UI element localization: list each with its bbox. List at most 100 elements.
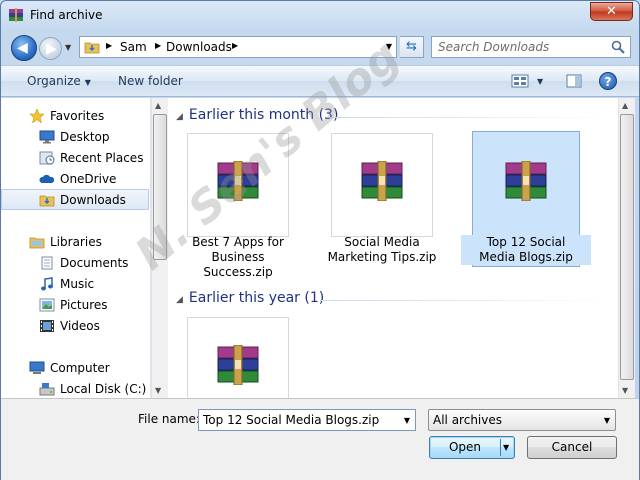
search-input[interactable] bbox=[432, 37, 604, 57]
nav-label: Libraries bbox=[50, 235, 102, 249]
organize-label: Organize bbox=[27, 74, 81, 88]
file-list-pane: ◢ Earlier this month (3) Best 7 Apps for … bbox=[168, 98, 618, 398]
winrar-archive-icon bbox=[217, 161, 259, 201]
forward-arrow-icon: ▶ bbox=[46, 41, 57, 57]
file-label-line: Marketing Tips.zip bbox=[327, 250, 437, 264]
nav-label: Recent Places bbox=[60, 151, 144, 165]
file-label: Best 7 Apps for Business Success.zip bbox=[173, 235, 303, 280]
onedrive-icon bbox=[39, 174, 55, 183]
split-divider bbox=[500, 439, 501, 456]
nav-item-documents[interactable]: Documents bbox=[1, 253, 149, 274]
winrar-archive-icon bbox=[505, 161, 547, 201]
close-button[interactable]: ✕ bbox=[590, 2, 633, 21]
scrollbar-thumb[interactable] bbox=[153, 114, 167, 260]
nav-item-pictures[interactable]: Pictures bbox=[1, 295, 149, 316]
chevron-down-icon: ▼ bbox=[84, 78, 91, 87]
breadcrumb-separator-icon: ▶ bbox=[155, 41, 162, 50]
navigation-pane-scrollbar[interactable]: ▲ ▼ bbox=[151, 98, 168, 398]
file-list-scrollbar[interactable]: ▲ ▼ bbox=[618, 98, 635, 398]
nav-item-recent-places[interactable]: Recent Places bbox=[1, 148, 149, 169]
breadcrumb-downloads[interactable]: Downloads bbox=[166, 40, 232, 54]
winrar-archive-icon bbox=[217, 345, 259, 385]
scroll-down-icon[interactable]: ▼ bbox=[622, 386, 628, 395]
nav-item-music[interactable]: Music bbox=[1, 274, 149, 295]
nav-item-downloads[interactable]: Downloads bbox=[1, 189, 149, 210]
winrar-app-icon bbox=[9, 8, 23, 22]
nav-item-libraries[interactable]: Libraries bbox=[1, 232, 149, 253]
search-icon[interactable] bbox=[611, 40, 625, 54]
forward-button[interactable]: ▶ bbox=[39, 37, 62, 60]
file-type-value: All archives bbox=[433, 413, 502, 427]
libraries-icon bbox=[29, 237, 45, 249]
scroll-up-icon[interactable]: ▲ bbox=[155, 101, 161, 110]
open-button[interactable]: Open ▼ bbox=[429, 436, 515, 459]
nav-label: Local Disk (C:) bbox=[60, 382, 147, 396]
new-folder-button[interactable]: New folder bbox=[118, 74, 183, 88]
chevron-down-icon: ▼ bbox=[603, 416, 610, 425]
file-label-line: Best 7 Apps for bbox=[192, 235, 284, 249]
refresh-button[interactable]: ⇆ bbox=[400, 36, 424, 58]
find-archive-dialog: Find archive ✕ ◀ ▶ ▼ ▶ Sam ▶ Downloads ▶… bbox=[0, 0, 640, 480]
recent-places-icon bbox=[39, 151, 55, 165]
view-options-dropdown-icon[interactable]: ▼ bbox=[537, 77, 543, 86]
command-bar: Organize ▼ New folder ▼ ? bbox=[1, 65, 639, 97]
file-label-line: Social Media bbox=[344, 235, 420, 249]
nav-item-desktop[interactable]: Desktop bbox=[1, 127, 149, 148]
file-label-line: Business bbox=[211, 250, 265, 264]
file-tile-earlier-this-year[interactable] bbox=[187, 317, 289, 398]
nav-item-videos[interactable]: Videos bbox=[1, 316, 149, 337]
downloads-folder-icon bbox=[84, 42, 100, 54]
navigation-bar: ◀ ▶ ▼ ▶ Sam ▶ Downloads ▶ ▼ ⇆ bbox=[1, 29, 639, 65]
nav-item-onedrive[interactable]: OneDrive bbox=[1, 169, 149, 190]
help-icon[interactable]: ? bbox=[599, 72, 617, 90]
nav-item-favorites[interactable]: Favorites bbox=[1, 106, 149, 127]
address-dropdown-icon[interactable]: ▼ bbox=[386, 42, 392, 51]
file-label-line: Success.zip bbox=[203, 265, 273, 279]
group-header-label: Earlier this year (1) bbox=[188, 290, 325, 306]
collapse-chevron-icon: ◢ bbox=[176, 295, 183, 305]
file-label-line: Media Blogs.zip bbox=[479, 250, 573, 264]
collapse-chevron-icon: ◢ bbox=[176, 112, 183, 122]
group-header-earlier-this-month[interactable]: ◢ Earlier this month (3) bbox=[176, 107, 338, 123]
chevron-down-icon[interactable]: ▼ bbox=[404, 416, 410, 425]
scroll-down-icon[interactable]: ▼ bbox=[155, 386, 161, 395]
computer-icon bbox=[29, 361, 45, 374]
nav-label: Music bbox=[60, 277, 95, 291]
file-tile-top-12-social-media-blogs[interactable]: Top 12 Social Media Blogs.zip bbox=[461, 131, 591, 267]
organize-button[interactable]: Organize ▼ bbox=[27, 74, 91, 88]
music-icon bbox=[41, 277, 53, 291]
back-button[interactable]: ◀ bbox=[11, 35, 37, 61]
open-options-dropdown-icon[interactable]: ▼ bbox=[503, 437, 509, 458]
nav-label: Downloads bbox=[60, 193, 126, 207]
file-name-label: File name: bbox=[138, 412, 200, 426]
nav-item-local-disk[interactable]: Local Disk (C:) bbox=[1, 379, 149, 398]
scrollbar-thumb[interactable] bbox=[620, 114, 634, 380]
address-bar[interactable]: ▶ Sam ▶ Downloads ▶ ▼ bbox=[79, 36, 397, 58]
cancel-button[interactable]: Cancel bbox=[527, 436, 617, 459]
group-header-earlier-this-year[interactable]: ◢ Earlier this year (1) bbox=[176, 290, 324, 306]
desktop-icon bbox=[39, 130, 55, 144]
downloads-folder-icon bbox=[39, 195, 55, 207]
file-tile-best-7-apps[interactable] bbox=[187, 133, 289, 237]
scroll-up-icon[interactable]: ▲ bbox=[622, 101, 628, 110]
title-bar: Find archive ✕ bbox=[1, 1, 639, 29]
nav-label: Documents bbox=[60, 256, 129, 270]
nav-label: OneDrive bbox=[60, 172, 117, 186]
preview-pane-icon[interactable] bbox=[566, 74, 582, 88]
file-tile-social-media-marketing[interactable] bbox=[331, 133, 433, 237]
file-label: Social Media Marketing Tips.zip bbox=[317, 235, 447, 265]
nav-label: Videos bbox=[60, 319, 100, 333]
star-icon bbox=[29, 109, 45, 123]
open-label: Open bbox=[448, 440, 482, 454]
file-label-line: Top 12 Social bbox=[486, 235, 566, 249]
videos-icon bbox=[40, 320, 54, 332]
nav-item-computer[interactable]: Computer bbox=[1, 358, 149, 379]
breadcrumb-sam[interactable]: Sam bbox=[120, 40, 147, 54]
group-divider bbox=[320, 300, 613, 301]
breadcrumb-separator-icon: ▶ bbox=[106, 41, 113, 50]
file-name-input[interactable] bbox=[199, 410, 395, 430]
recent-pages-dropdown-icon[interactable]: ▼ bbox=[65, 43, 71, 52]
change-view-icon[interactable] bbox=[511, 74, 529, 88]
window-title: Find archive bbox=[30, 8, 103, 22]
file-type-select[interactable]: All archives ▼ bbox=[428, 409, 616, 431]
